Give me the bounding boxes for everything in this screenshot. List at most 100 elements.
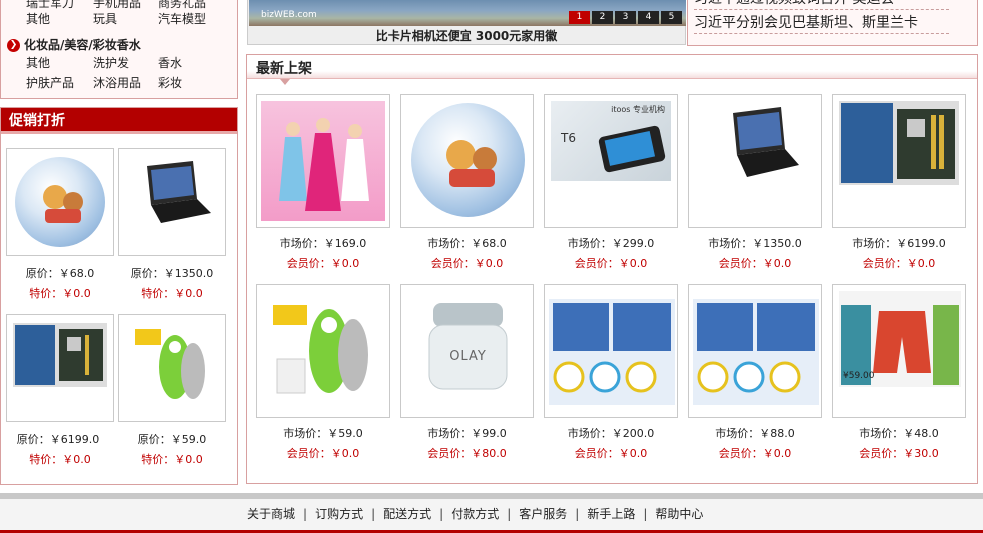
mask-pack-icon bbox=[693, 299, 819, 405]
mask-pack-icon bbox=[549, 299, 675, 405]
category-link[interactable]: 玩具 bbox=[93, 10, 117, 28]
promo-item-4[interactable] bbox=[118, 314, 226, 422]
promo-item-2[interactable] bbox=[118, 148, 226, 256]
shorts-icon: ¥59.00 bbox=[839, 291, 961, 387]
product-card[interactable] bbox=[832, 94, 966, 228]
product-card[interactable] bbox=[256, 284, 390, 418]
winnie-ball-icon bbox=[15, 157, 105, 247]
motherboard-icon bbox=[13, 323, 107, 387]
member-price: 会员价：￥0.0 bbox=[286, 447, 360, 460]
arrow-bullet-icon: ❯ bbox=[7, 39, 20, 52]
lint-shaver-icon bbox=[133, 325, 213, 409]
category-nav: 瑞士军刀 手机用品 商务礼品 其他 玩具 汽车模型 ❯ 化妆品/美容/彩妆香水 其… bbox=[0, 0, 238, 99]
footer-separator: | bbox=[303, 507, 308, 521]
news-item[interactable]: 习近平分别会见巴基斯坦、斯里兰卡 bbox=[694, 12, 949, 34]
footer: 关于商城 | 订购方式 | 配送方式 | 付款方式 | 客户服务 | 新手上路 | 帮助中心 bbox=[0, 499, 983, 533]
market-price: 市场价：￥6199.0 bbox=[852, 237, 946, 250]
banner-image[interactable]: bizWEB.com 1 2 3 4 5 bbox=[249, 0, 686, 26]
member-price: 会员价：￥0.0 bbox=[574, 257, 648, 270]
promo-title: 促销打折 bbox=[1, 108, 237, 134]
olay-brand: OLAY bbox=[449, 349, 487, 364]
footer-separator: | bbox=[575, 507, 580, 521]
footer-separator: | bbox=[643, 507, 648, 521]
category-link[interactable]: 沐浴用品 bbox=[93, 74, 141, 92]
banner-slide-button[interactable]: 3 bbox=[615, 11, 636, 24]
barbie-doll-icon bbox=[261, 101, 385, 221]
footer-link-service[interactable]: 客户服务 bbox=[519, 507, 567, 521]
banner-slide-button[interactable]: 1 bbox=[569, 11, 590, 24]
banner-slide-button[interactable]: 4 bbox=[638, 11, 659, 24]
footer-link-about[interactable]: 关于商城 bbox=[247, 507, 295, 521]
market-price: 市场价：￥88.0 bbox=[715, 427, 795, 440]
banner-slide-button[interactable]: 5 bbox=[661, 11, 682, 24]
member-price: 会员价：￥0.0 bbox=[286, 257, 360, 270]
motherboard-icon bbox=[839, 101, 959, 185]
promo-panel: 促销打折 原价：￥68.0 特价：￥0.0 原价：￥1350.0 特价：￥0.0… bbox=[0, 107, 238, 485]
footer-separator: | bbox=[439, 507, 444, 521]
footer-link-payment[interactable]: 付款方式 bbox=[451, 507, 499, 521]
laptop-icon bbox=[133, 161, 213, 231]
member-price: 会员价：￥0.0 bbox=[718, 257, 792, 270]
product-card[interactable] bbox=[400, 94, 534, 228]
category-link[interactable]: 护肤产品 bbox=[26, 74, 74, 92]
promo-sale-price: 特价：￥0.0 bbox=[29, 287, 91, 300]
market-price: 市场价：￥200.0 bbox=[567, 427, 655, 440]
footer-link-help[interactable]: 帮助中心 bbox=[655, 507, 703, 521]
market-price: 市场价：￥299.0 bbox=[567, 237, 655, 250]
promo-item-1[interactable] bbox=[6, 148, 114, 256]
member-price: 会员价：￥0.0 bbox=[862, 257, 936, 270]
promo-sale-price: 特价：￥0.0 bbox=[141, 287, 203, 300]
banner-caption[interactable]: 比卡片相机还便宜 3000元家用徽 bbox=[248, 27, 685, 44]
promo-sale-price: 特价：￥0.0 bbox=[141, 453, 203, 466]
category-link[interactable]: 彩妆 bbox=[158, 74, 182, 92]
market-price: 市场价：￥59.0 bbox=[283, 427, 363, 440]
member-price: 会员价：￥0.0 bbox=[574, 447, 648, 460]
new-arrivals-header: 最新上架 bbox=[247, 55, 977, 85]
promo-item-3[interactable] bbox=[6, 314, 114, 422]
category-link[interactable]: 其他 bbox=[26, 10, 50, 28]
category-link[interactable]: 洗护发 bbox=[93, 54, 129, 72]
phone-t6-icon: itoos 专业机构 T6 bbox=[551, 101, 671, 181]
olay-cream-icon: OLAY bbox=[419, 299, 517, 395]
promo-orig-price: 原价：￥6199.0 bbox=[16, 433, 100, 446]
winnie-ball-icon bbox=[411, 103, 525, 217]
banner-slide-button[interactable]: 2 bbox=[592, 11, 613, 24]
promo-orig-price: 原价：￥68.0 bbox=[25, 267, 95, 280]
category-title-cosmetics[interactable]: ❯ 化妆品/美容/彩妆香水 bbox=[7, 36, 141, 54]
category-link[interactable]: 香水 bbox=[158, 54, 182, 72]
page: 瑞士军刀 手机用品 商务礼品 其他 玩具 汽车模型 ❯ 化妆品/美容/彩妆香水 其… bbox=[0, 0, 983, 533]
category-title-label: 化妆品/美容/彩妆香水 bbox=[24, 38, 141, 52]
product-card[interactable]: itoos 专业机构 T6 bbox=[544, 94, 678, 228]
market-price: 市场价：￥169.0 bbox=[279, 237, 367, 250]
laptop-icon bbox=[717, 107, 801, 187]
promo-orig-price: 原价：￥1350.0 bbox=[130, 267, 214, 280]
product-card[interactable] bbox=[688, 94, 822, 228]
product-card[interactable] bbox=[256, 94, 390, 228]
member-price: 会员价：￥30.0 bbox=[859, 447, 939, 460]
footer-link-delivery[interactable]: 配送方式 bbox=[383, 507, 431, 521]
market-price: 市场价：￥99.0 bbox=[427, 427, 507, 440]
category-link[interactable]: 其他 bbox=[26, 54, 50, 72]
lint-shaver-icon bbox=[271, 299, 377, 403]
shorts-price-tag: ¥59.00 bbox=[843, 371, 875, 381]
member-price: 会员价：￥80.0 bbox=[427, 447, 507, 460]
footer-link-newbie[interactable]: 新手上路 bbox=[587, 507, 635, 521]
promo-orig-price: 原价：￥59.0 bbox=[137, 433, 207, 446]
product-card[interactable]: ¥59.00 bbox=[832, 284, 966, 418]
banner-logo: bizWEB.com bbox=[261, 10, 317, 20]
news-panel: 习近平通过视频致词召开 奥运会 习近平分别会见巴基斯坦、斯里兰卡 bbox=[687, 0, 978, 46]
product-card[interactable] bbox=[688, 284, 822, 418]
member-price: 会员价：￥0.0 bbox=[718, 447, 792, 460]
new-arrivals-panel: 最新上架 itoos 专业机构 T6 市场价：￥169.0 会员价：￥0.0 市… bbox=[246, 54, 978, 484]
member-price: 会员价：￥0.0 bbox=[430, 257, 504, 270]
banner: bizWEB.com 1 2 3 4 5 比卡片相机还便宜 3000元家用徽 bbox=[247, 0, 686, 45]
news-item[interactable]: 习近平通过视频致词召开 奥运会 bbox=[694, 0, 949, 10]
market-price: 市场价：￥1350.0 bbox=[708, 237, 802, 250]
footer-link-order[interactable]: 订购方式 bbox=[315, 507, 363, 521]
footer-separator: | bbox=[371, 507, 376, 521]
product-card[interactable] bbox=[544, 284, 678, 418]
new-arrivals-title: 最新上架 bbox=[256, 58, 312, 85]
product-card[interactable]: OLAY bbox=[400, 284, 534, 418]
category-link[interactable]: 汽车模型 bbox=[158, 10, 206, 28]
banner-slide-nav: 1 2 3 4 5 bbox=[569, 11, 682, 24]
